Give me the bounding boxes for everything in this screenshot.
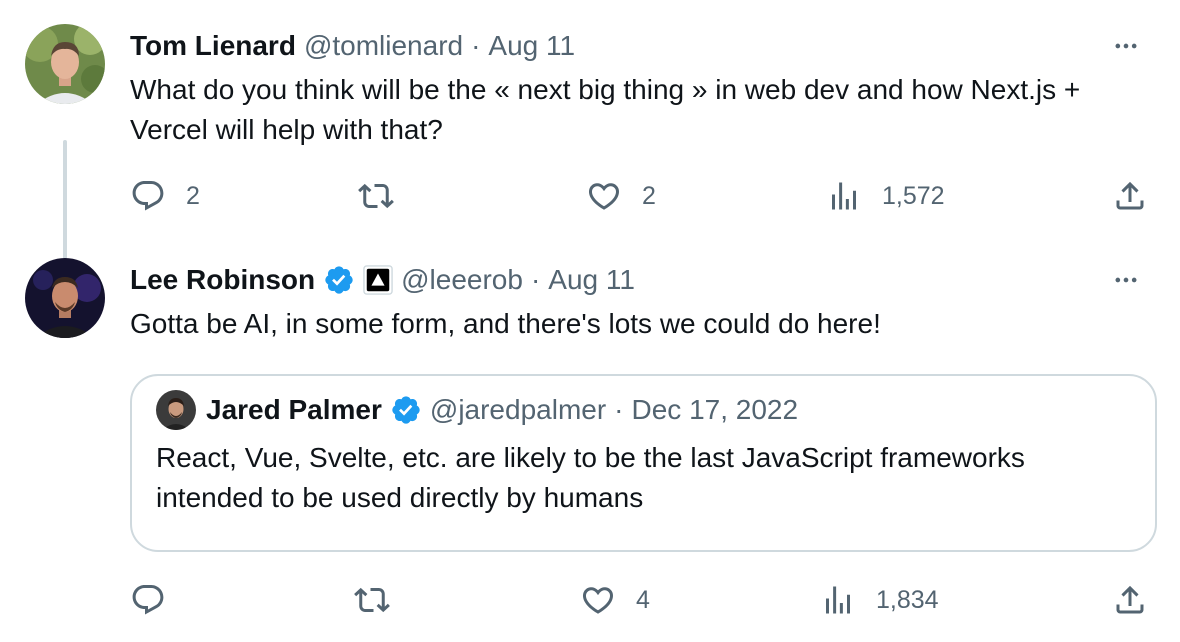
reply-button[interactable]: 2 bbox=[130, 174, 200, 218]
author-handle[interactable]: @tomlienard bbox=[304, 30, 463, 62]
share-icon bbox=[1116, 585, 1144, 614]
tweet-body: Tom Lienard @tomlienard · Aug 11 What do… bbox=[130, 24, 1156, 150]
views-button[interactable]: 1,572 bbox=[826, 174, 945, 218]
tweet-header: Lee Robinson @leeerob · Aug 11 bbox=[130, 258, 1156, 302]
more-options-button[interactable] bbox=[1106, 26, 1146, 66]
avatar-image bbox=[156, 390, 196, 430]
more-icon bbox=[1115, 43, 1137, 49]
tweet-body: Lee Robinson @leeerob · Aug 11 Gotta be … bbox=[130, 258, 1156, 344]
retweet-icon bbox=[358, 183, 394, 209]
quoted-tweet[interactable]: Jared Palmer @jaredpalmer · Dec 17, 2022… bbox=[130, 374, 1157, 552]
tweet-text: Gotta be AI, in some form, and there's l… bbox=[130, 308, 881, 339]
reply-icon bbox=[132, 181, 164, 211]
separator-dot: · bbox=[614, 394, 624, 425]
views-chart-icon bbox=[832, 182, 856, 210]
more-options-button[interactable] bbox=[1106, 260, 1146, 300]
tweet-header: Tom Lienard @tomlienard · Aug 11 bbox=[130, 24, 1156, 68]
tweet-actions: 4 1,834 bbox=[130, 578, 1150, 622]
heart-icon bbox=[582, 587, 614, 614]
tweet-thread: Tom Lienard @tomlienard · Aug 11 What do… bbox=[0, 0, 1180, 642]
quoted-timestamp[interactable]: Dec 17, 2022 bbox=[632, 394, 799, 426]
author-name[interactable]: Tom Lienard bbox=[130, 30, 296, 62]
avatar bbox=[156, 390, 196, 430]
avatar-image bbox=[25, 258, 105, 338]
avatar[interactable] bbox=[25, 24, 105, 104]
quoted-author-handle[interactable]: @jaredpalmer bbox=[430, 394, 606, 426]
views-button[interactable]: 1,834 bbox=[820, 578, 939, 622]
quoted-tweet-header: Jared Palmer @jaredpalmer · Dec 17, 2022 bbox=[156, 390, 1131, 430]
reply-count: 2 bbox=[186, 181, 200, 210]
vercel-triangle-icon bbox=[363, 265, 393, 295]
share-button[interactable] bbox=[1112, 578, 1148, 622]
like-count: 4 bbox=[636, 585, 650, 614]
retweet-icon bbox=[354, 587, 390, 613]
avatar[interactable] bbox=[25, 258, 105, 338]
timestamp[interactable]: Aug 11 bbox=[488, 30, 575, 62]
author-handle[interactable]: @leeerob bbox=[401, 264, 523, 296]
reply-icon bbox=[132, 585, 164, 615]
retweet-button[interactable] bbox=[354, 578, 390, 622]
timestamp[interactable]: Aug 11 bbox=[548, 264, 635, 296]
affiliate-badge[interactable] bbox=[363, 265, 393, 295]
views-count: 1,834 bbox=[876, 585, 939, 614]
like-button[interactable]: 2 bbox=[586, 174, 656, 218]
author-name[interactable]: Lee Robinson bbox=[130, 264, 315, 296]
verified-badge bbox=[323, 264, 355, 296]
like-button[interactable]: 4 bbox=[580, 578, 650, 622]
views-chart-icon bbox=[826, 586, 850, 614]
heart-icon bbox=[588, 183, 620, 210]
more-icon bbox=[1115, 277, 1137, 283]
like-count: 2 bbox=[642, 181, 656, 210]
retweet-button[interactable] bbox=[358, 174, 394, 218]
separator-dot: · bbox=[471, 30, 481, 61]
views-count: 1,572 bbox=[882, 181, 945, 210]
tweet-actions: 2 2 1,572 bbox=[130, 174, 1150, 218]
reply-button[interactable] bbox=[130, 578, 186, 622]
quoted-tweet-text: React, Vue, Svelte, etc. are likely to b… bbox=[156, 442, 1025, 513]
share-button[interactable] bbox=[1112, 174, 1148, 218]
share-icon bbox=[1116, 181, 1144, 210]
avatar-image bbox=[25, 24, 105, 104]
verified-icon bbox=[392, 396, 420, 424]
verified-badge bbox=[390, 394, 422, 426]
tweet-text: What do you think will be the « next big… bbox=[130, 74, 1081, 145]
separator-dot: · bbox=[530, 264, 541, 295]
quoted-author-name[interactable]: Jared Palmer bbox=[206, 394, 382, 426]
verified-icon bbox=[325, 266, 353, 294]
